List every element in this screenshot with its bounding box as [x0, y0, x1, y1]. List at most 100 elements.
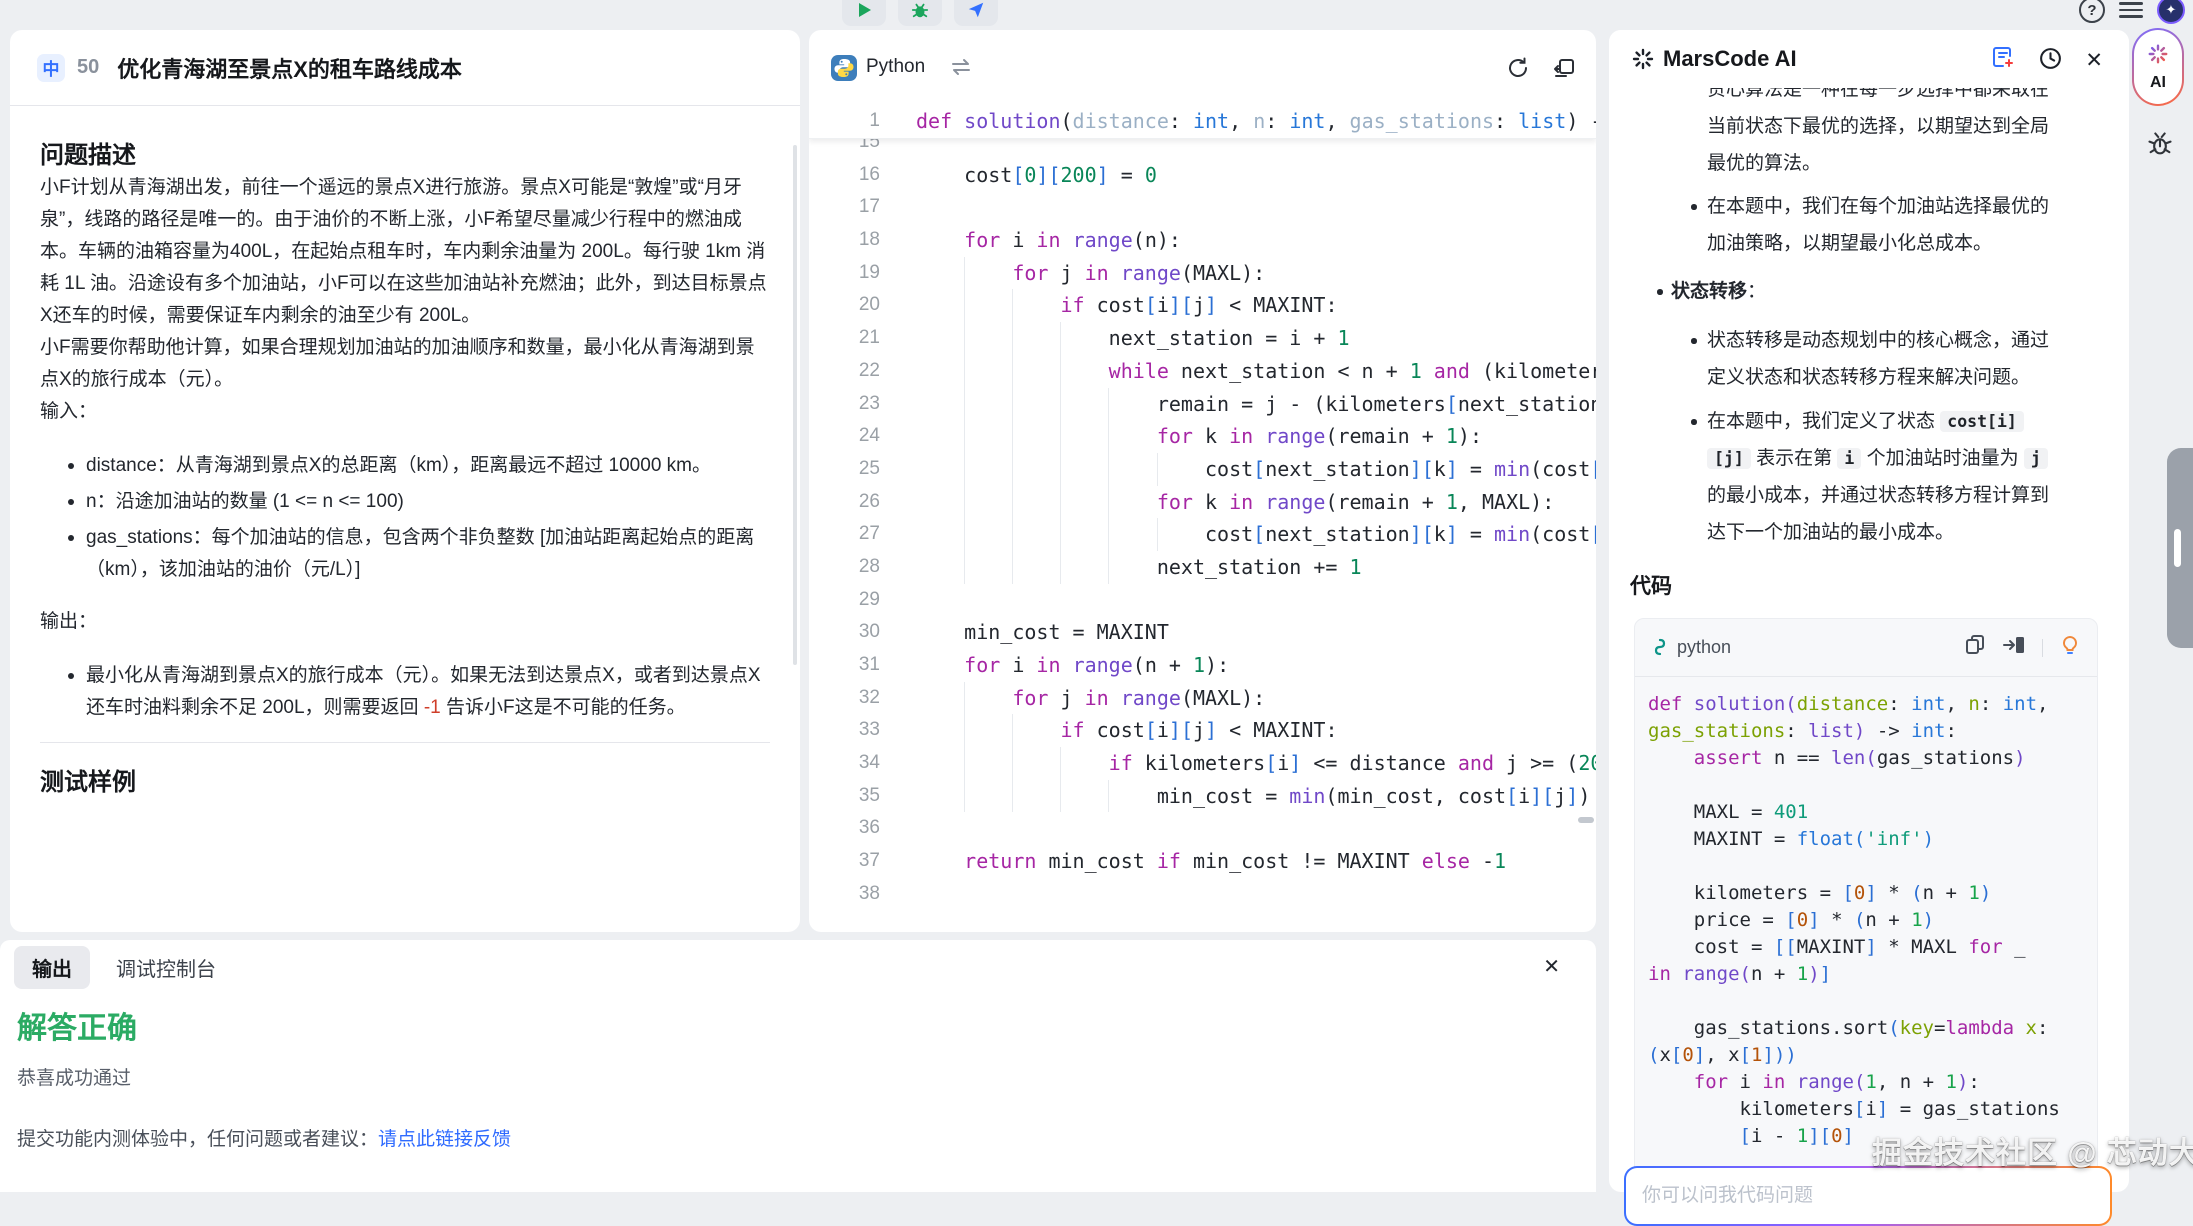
- code-line: 18 for i in range(n):: [809, 224, 1596, 257]
- code-line: 35 min_cost = min(min_cost, cost[i][j]): [809, 780, 1596, 813]
- lightbulb-icon[interactable]: [2059, 634, 2081, 661]
- code-area[interactable]: 1516 cost[0][200] = 01718 for i in range…: [809, 105, 1596, 932]
- output-list: 最小化从青海湖到景点X的旅行成本（元）。如果无法到达景点X，或者到达景点X还车时…: [40, 660, 770, 724]
- code-card-header: python: [1635, 619, 2097, 677]
- assistant-text-line: 达下一个加油站的最小成本。: [1609, 514, 2129, 551]
- input-list: distance：从青海湖到景点X的总距离（km），距离最远不超过 10000 …: [40, 450, 770, 586]
- code-line: MAXL = 401: [1648, 799, 2097, 826]
- sticky-line: 1def solution(distance: int, n: int, gas…: [809, 105, 1596, 139]
- description-heading: 问题描述: [40, 140, 770, 172]
- open-diff-icon[interactable]: [1552, 56, 1576, 85]
- code-line: 30 min_cost = MAXINT: [809, 616, 1596, 649]
- menu-icon[interactable]: [2119, 0, 2143, 22]
- chat-input-wrap: [1624, 1166, 2112, 1226]
- help-icon[interactable]: ?: [2079, 0, 2105, 23]
- assistant-code-card: python: [1634, 618, 2098, 1192]
- problem-score: 50: [77, 56, 99, 79]
- code-line: 34 if kilometers[i] <= distance and j >=…: [809, 747, 1596, 780]
- assistant-text-line: 状态转移是动态规划中的核心概念，通过: [1609, 322, 2129, 359]
- ai-widget[interactable]: AI: [2132, 28, 2184, 106]
- code-line: 24 for k in range(remain + 1):: [809, 420, 1596, 453]
- tab-output[interactable]: 输出: [14, 946, 90, 989]
- assistant-answer: 贪心算法是一种在每一步选择中都采取在当前状态下最优的选择，以期望达到全局最优的算…: [1609, 71, 2129, 551]
- ai-widget-label: AI: [2150, 74, 2166, 92]
- beta-note: 提交功能内测体验中，任何问题或者建议：请点此链接反馈: [17, 1124, 1596, 1151]
- editor-header: Python: [809, 30, 1596, 106]
- description-paragraph: 小F计划从青海湖出发，前往一个遥远的景点X进行旅游。景点X可能是“敦煌”或“月牙…: [40, 172, 770, 332]
- code-line: 1def solution(distance: int, n: int, gas…: [809, 105, 1596, 138]
- run-icon: [855, 1, 873, 24]
- description-paragraph: 小F需要你帮助他计算，如果合理规划加油站的加油顺序和数量，最小化从青海湖到景点X…: [40, 332, 770, 396]
- switch-language-icon[interactable]: [950, 58, 972, 81]
- spark-icon: [1631, 47, 1655, 76]
- problem-scrollbar[interactable]: [793, 145, 797, 665]
- code-line: 31 for i in range(n + 1):: [809, 649, 1596, 682]
- divider: [40, 742, 770, 743]
- code-line: [1648, 988, 2097, 1015]
- debug-bug-icon[interactable]: [2146, 130, 2174, 163]
- code-line: 20 if cost[i][j] < MAXINT:: [809, 289, 1596, 322]
- code-line: 33 if cost[i][j] < MAXINT:: [809, 714, 1596, 747]
- code-line: 21 next_station = i + 1: [809, 322, 1596, 355]
- submit-button[interactable]: [954, 0, 998, 26]
- code-line: gas_stations: list) -> int:: [1648, 718, 2097, 745]
- tab-debug-console[interactable]: 调试控制台: [116, 953, 216, 982]
- insert-code-icon[interactable]: [2002, 634, 2026, 661]
- code-line: 26 for k in range(remain + 1, MAXL):: [809, 486, 1596, 519]
- problem-header: 中 50 优化青海湖至景点X的租车路线成本: [10, 30, 800, 106]
- edge-scroll-handle[interactable]: [2167, 448, 2193, 648]
- code-line: kilometers = [0] * (n + 1): [1648, 880, 2097, 907]
- code-line: 37 return min_cost if min_cost != MAXINT…: [809, 845, 1596, 878]
- assistant-text-line: 最优的算法。: [1609, 145, 2129, 182]
- editor-panel: Python 1516 cost[0][200] = 01718 for i i…: [809, 30, 1596, 932]
- code-line: 17: [809, 191, 1596, 224]
- close-icon[interactable]: ✕: [1543, 954, 1560, 979]
- chat-input[interactable]: [1626, 1168, 2110, 1224]
- sample-heading: 测试样例: [40, 767, 770, 799]
- divider: [2042, 639, 2043, 657]
- list-item: distance：从青海湖到景点X的总距离（km），距离最远不超过 10000 …: [86, 450, 770, 482]
- code-line: assert n == len(gas_stations): [1648, 745, 2097, 772]
- watermark: 掘金技术社区 @ 芯动大师: [1872, 1128, 2193, 1172]
- code-line: 28 next_station += 1: [809, 551, 1596, 584]
- congrats-text: 恭喜成功通过: [17, 1063, 1596, 1090]
- code-line: in range(n + 1)]: [1648, 961, 2097, 988]
- code-line: for i in range(1, n + 1):: [1648, 1069, 2097, 1096]
- console-tabs: 输出 调试控制台 ✕: [0, 940, 1596, 989]
- assistant-text-line: 当前状态下最优的选择，以期望达到全局: [1609, 108, 2129, 145]
- new-chat-icon[interactable]: [1990, 45, 2016, 76]
- language-tab[interactable]: Python: [866, 56, 925, 78]
- assistant-text-line: 在本题中，我们定义了状态 cost[i]: [1609, 403, 2129, 440]
- close-icon[interactable]: ✕: [2085, 48, 2103, 73]
- code-line: 16 cost[0][200] = 0: [809, 159, 1596, 192]
- code-line: MAXINT = float('inf'): [1648, 826, 2097, 853]
- difficulty-badge: 中: [37, 54, 65, 82]
- debug-run-button[interactable]: [898, 0, 942, 26]
- feedback-link[interactable]: 请点此链接反馈: [378, 1129, 511, 1150]
- output-label: 输出：: [40, 606, 770, 638]
- beta-text: 提交功能内测体验中，任何问题或者建议：: [17, 1129, 378, 1150]
- code-heading: 代码: [1630, 570, 1672, 600]
- reset-code-icon[interactable]: [1506, 56, 1530, 85]
- input-label: 输入：: [40, 396, 770, 428]
- copy-icon[interactable]: [1964, 634, 1986, 661]
- editor-scrollbar[interactable]: [1578, 817, 1594, 823]
- code-line: def solution(distance: int, n: int,: [1648, 691, 2097, 718]
- assistant-panel: MarsCode AI ✕ 贪心算法是一种在每一步选择中都采取在当前状态下最优的…: [1609, 30, 2129, 1192]
- avatar[interactable]: ✦: [2157, 0, 2185, 24]
- python-logo-icon: [830, 54, 858, 87]
- code-line: cost = [[MAXINT] * MAXL for _: [1648, 934, 2097, 961]
- code-line: (x[0], x[1])): [1648, 1042, 2097, 1069]
- bug-icon: [911, 1, 929, 24]
- code-line: [1648, 772, 2097, 799]
- code-language-label: python: [1677, 637, 1731, 658]
- assistant-code: def solution(distance: int, n: int,gas_s…: [1635, 677, 2097, 1150]
- problem-body: 问题描述 小F计划从青海湖出发，前往一个遥远的景点X进行旅游。景点X可能是“敦煌…: [10, 140, 800, 799]
- assistant-text-line: 在本题中，我们在每个加油站选择最优的: [1609, 188, 2129, 225]
- list-item: 最小化从青海湖到景点X的旅行成本（元）。如果无法到达景点X，或者到达景点X还车时…: [86, 660, 770, 724]
- run-button[interactable]: [842, 0, 886, 26]
- nav-action-buttons: [842, 0, 998, 26]
- assistant-header: MarsCode AI ✕: [1609, 30, 2129, 88]
- nav-right-group: ? ✦: [2079, 0, 2185, 24]
- history-icon[interactable]: [2038, 46, 2063, 76]
